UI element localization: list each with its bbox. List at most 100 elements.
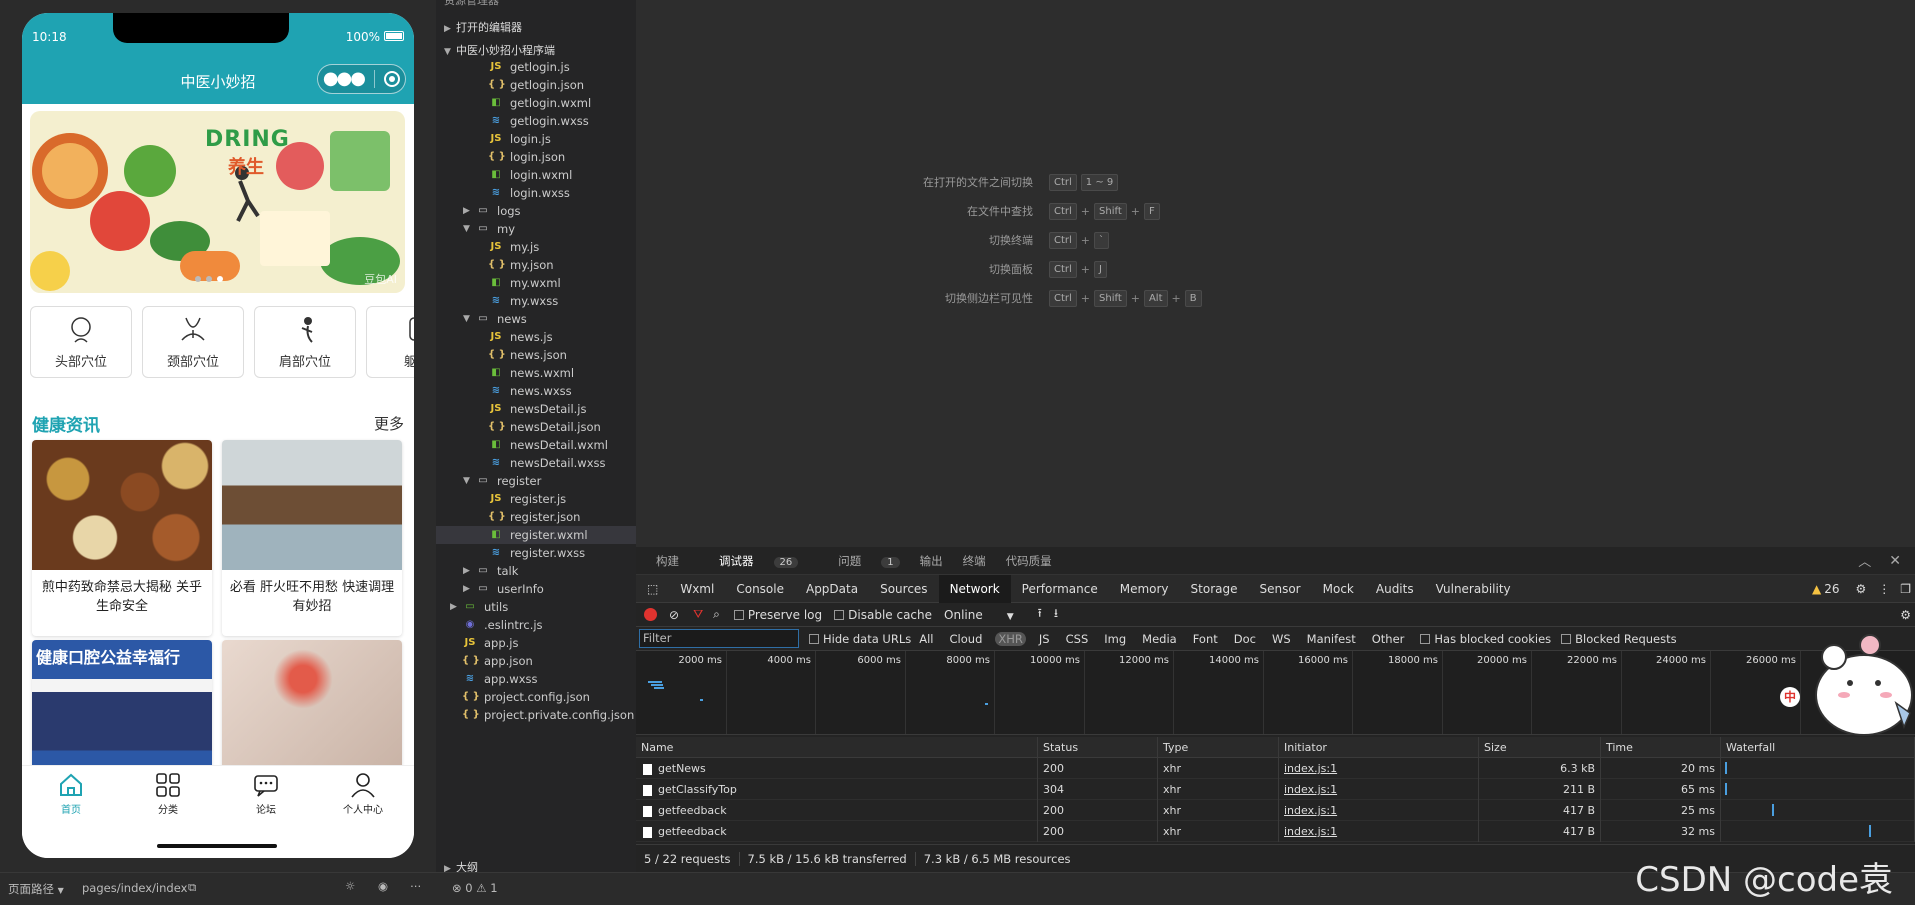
cell-initiator[interactable]: index.js:1 (1284, 825, 1337, 838)
type-filter-media[interactable]: Media (1139, 632, 1180, 646)
network-settings-icon[interactable]: ⚙ (1900, 608, 1911, 622)
menu-capsule[interactable]: ●●● (317, 64, 406, 94)
request-row[interactable]: getClassifyTop 304 xhr index.js:1 211 B 65 ms (636, 779, 1915, 800)
eye-icon[interactable]: ◉ (378, 879, 388, 893)
panel-tab-debugger[interactable]: 调试器 26 (699, 553, 799, 569)
type-filter-manifest[interactable]: Manifest (1304, 632, 1359, 646)
timeline-tick-label: 14000 ms (1209, 655, 1259, 666)
panel-tab-problems[interactable]: 问题 1 (818, 553, 900, 569)
close-panel-icon[interactable]: ✕ (1889, 553, 1901, 569)
devtools-tab[interactable]: Mock (1312, 575, 1365, 603)
search-icon[interactable]: ⌕ (713, 607, 720, 622)
page-path-selector[interactable]: 页面路径 ▼ (8, 881, 64, 897)
column-header[interactable]: Waterfall (1721, 737, 1915, 758)
undock-icon[interactable]: ❐ (1900, 582, 1911, 596)
column-header[interactable]: Status (1038, 737, 1158, 758)
filter-icon[interactable]: ⛛ (693, 607, 703, 622)
more-icon[interactable]: ⋯ (410, 879, 422, 893)
clear-icon[interactable]: ⊘ (669, 608, 679, 622)
inspect-element-icon[interactable]: ⬚ (636, 575, 669, 603)
chevron-up-icon[interactable]: ︿ (1858, 551, 1871, 570)
devtools-tab[interactable]: Vulnerability (1425, 575, 1522, 603)
import-har-icon[interactable]: ⭱ (1038, 604, 1042, 625)
devtools-tab-active[interactable]: Network (938, 574, 1011, 603)
close-target-icon[interactable] (384, 71, 401, 87)
devtools-tab[interactable]: AppData (795, 575, 869, 603)
network-overview-timeline[interactable]: 2000 ms 4000 ms 6000 ms 8000 ms 10000 ms 1200… (636, 651, 1915, 735)
column-header[interactable]: Initiator (1279, 737, 1479, 758)
column-header[interactable]: Type (1158, 737, 1279, 758)
type-filter-doc[interactable]: Doc (1231, 632, 1259, 646)
cell-initiator[interactable]: index.js:1 (1284, 762, 1337, 775)
type-filter-css[interactable]: CSS (1063, 632, 1092, 646)
blocked-cookies-checkbox[interactable]: Has blocked cookies (1420, 632, 1551, 646)
more-dots-icon[interactable]: ●●● (323, 70, 366, 88)
news-card[interactable]: 煎中药致命禁忌大揭秘 关乎生命安全 (32, 440, 212, 636)
filter-input[interactable]: Filter (639, 629, 799, 648)
panel-tab-output[interactable]: 输出 (920, 553, 943, 569)
carousel-dot[interactable] (195, 276, 201, 282)
banner-carousel[interactable]: DRING 养生 豆包AI (30, 111, 405, 293)
category-shoulder[interactable]: 肩部穴位 (254, 306, 356, 378)
request-row[interactable]: getfeedback 200 xhr index.js:1 417 B 25 ms (636, 800, 1915, 821)
cell-initiator[interactable]: index.js:1 (1284, 804, 1337, 817)
column-header[interactable]: Time (1601, 737, 1721, 758)
warning-icon[interactable]: ▲ (1812, 582, 1821, 596)
gear-icon[interactable]: ⚙ (1855, 582, 1866, 596)
type-filter-cloud[interactable]: Cloud (947, 632, 986, 646)
column-header[interactable]: Size (1479, 737, 1601, 758)
request-row[interactable]: getNews 200 xhr index.js:1 6.3 kB 20 ms (636, 758, 1915, 779)
blocked-requests-label: Blocked Requests (1575, 631, 1677, 646)
copy-icon[interactable]: ⧉ (188, 880, 196, 895)
carousel-dot-active[interactable] (217, 276, 223, 282)
request-row[interactable]: getfeedback 200 xhr index.js:1 417 B 32 ms (636, 821, 1915, 842)
column-header[interactable]: Name (636, 737, 1038, 758)
devtools-tab[interactable]: Storage (1180, 575, 1249, 603)
carousel-dots[interactable] (195, 276, 223, 282)
devtools-tab[interactable]: Wxml (669, 575, 725, 603)
devtools-tab[interactable]: Sensor (1248, 575, 1311, 603)
open-editors-section[interactable]: ▶ 打开的编辑器 (436, 17, 636, 39)
panel-tab-terminal[interactable]: 终端 (963, 553, 986, 569)
category-torso[interactable]: 躯干 (366, 306, 414, 378)
record-icon[interactable] (644, 608, 657, 621)
chinese-input-badge[interactable]: 中 (1780, 687, 1800, 707)
blocked-requests-checkbox[interactable]: Blocked Requests (1561, 631, 1677, 646)
tab-profile[interactable]: 个人中心 (328, 772, 398, 816)
hide-data-urls-checkbox[interactable]: Hide data URLs (809, 632, 911, 646)
devtools-tab[interactable]: Sources (869, 575, 938, 603)
type-filter-font[interactable]: Font (1190, 632, 1221, 646)
devtools-tab[interactable]: Console (725, 575, 795, 603)
type-filter-ws[interactable]: WS (1269, 632, 1294, 646)
cell-name: getfeedback (658, 804, 727, 817)
devtools-tab[interactable]: Performance (1011, 575, 1109, 603)
type-filter-js[interactable]: JS (1036, 632, 1053, 646)
category-head[interactable]: 头部穴位 (30, 306, 132, 378)
tab-home[interactable]: 首页 (36, 772, 106, 816)
bug-icon[interactable]: ☼ (345, 879, 355, 893)
preserve-log-label: Preserve log (747, 607, 823, 622)
type-filter-all[interactable]: All (916, 632, 936, 646)
news-more-link[interactable]: 更多 (374, 413, 404, 434)
type-filter-img[interactable]: Img (1101, 632, 1129, 646)
kebab-menu-icon[interactable]: ⋮ (1878, 582, 1890, 596)
disable-cache-checkbox[interactable]: Disable cache (834, 608, 932, 622)
cell-initiator[interactable]: index.js:1 (1284, 783, 1337, 796)
carousel-dot[interactable] (206, 276, 212, 282)
devtools-tab[interactable]: Memory (1109, 575, 1180, 603)
file-item[interactable]: { } project.private.config.json (436, 706, 636, 724)
panel-tab-code-quality[interactable]: 代码质量 (1006, 553, 1052, 569)
panel-tab-build[interactable]: 构建 (656, 553, 679, 569)
type-filter-other[interactable]: Other (1369, 632, 1408, 646)
preserve-log-checkbox[interactable]: Preserve log (733, 607, 823, 622)
type-filter-xhr[interactable]: XHR (995, 631, 1026, 646)
devtools-tab[interactable]: Audits (1365, 575, 1425, 603)
news-card[interactable]: 必看 肝火旺不用愁 快速调理有妙招 (222, 440, 402, 636)
throttling-select[interactable]: Online ▼ (944, 608, 1014, 622)
tab-category[interactable]: 分类 (133, 772, 203, 816)
problems-indicator[interactable]: ⊗ 0 ⚠ 1 (452, 881, 498, 895)
tab-forum[interactable]: 论坛 (231, 772, 301, 816)
explorer-header: 资源管理器 (444, 0, 499, 7)
export-har-icon[interactable]: ⭳ (1054, 604, 1058, 625)
category-neck[interactable]: 颈部穴位 (142, 306, 244, 378)
